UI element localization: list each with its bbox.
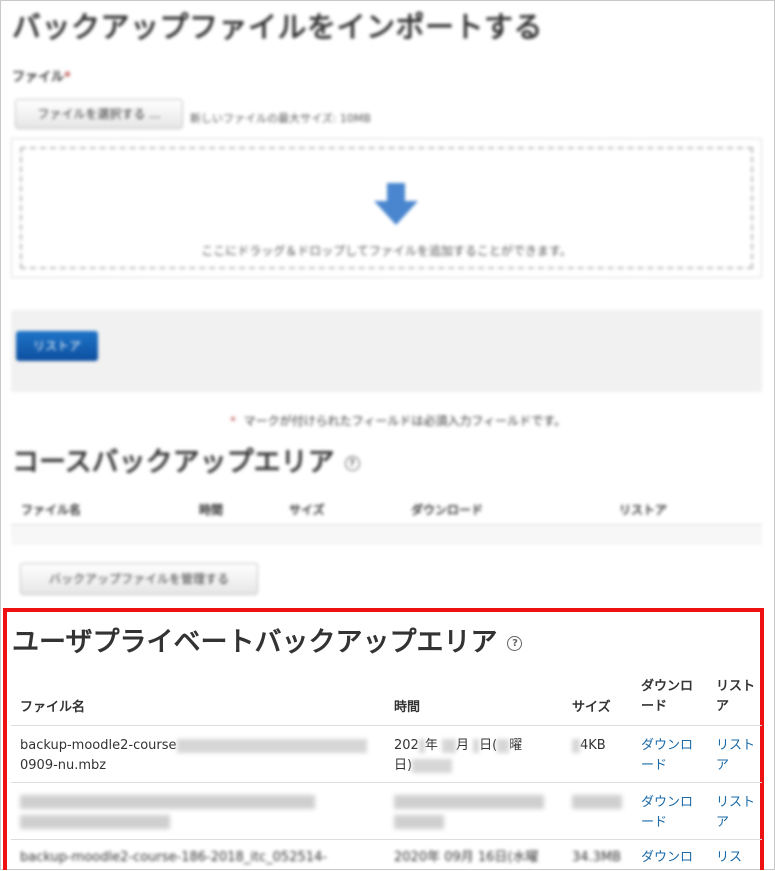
table-row: backup-moodle2-course-186-2018_itc_05251…	[11, 839, 762, 871]
row-filename: backup-moodle2-course 0909-nu.mbz	[20, 736, 367, 776]
header-restore-line1: リスト	[716, 679, 756, 694]
restore-link-line1: リスト	[716, 795, 756, 810]
manage-backup-files-button[interactable]: バックアップファイルを管理する	[20, 563, 258, 595]
download-link[interactable]: ダウンロ	[641, 848, 693, 868]
download-link[interactable]: ダウンロ ード	[641, 793, 693, 833]
filename-line2: 0909-nu.mbz	[20, 758, 107, 773]
required-note-asterisk: *	[230, 414, 236, 428]
restore-button[interactable]: リストア	[16, 331, 98, 361]
header-time: 時間	[394, 700, 421, 715]
col-size: サイズ	[289, 503, 325, 517]
download-link[interactable]: ダウンロ ード	[641, 736, 693, 776]
restore-link-line1: リスト	[716, 738, 756, 753]
download-link-line2: ード	[641, 815, 668, 830]
header-restore: リスト ア	[716, 677, 755, 717]
time-year: 202	[394, 738, 419, 753]
time-weekday-label: 曜	[509, 738, 523, 753]
header-download: ダウンロ ード	[641, 677, 693, 717]
redaction	[20, 795, 315, 809]
dropzone-border: ここにドラッグ＆ドロップしてファイルを追加することができます。	[20, 147, 753, 269]
help-icon[interactable]: ?	[344, 456, 360, 471]
redaction	[418, 738, 425, 753]
redaction	[176, 738, 367, 753]
filename-line1: backup-moodle2-course	[20, 738, 177, 753]
table-row: ダウンロ ード リスト ア	[11, 782, 762, 839]
row-filename: backup-moodle2-course-186-2018_itc_05251…	[20, 850, 327, 865]
col-time: 時間	[199, 503, 224, 517]
page-title: バックアップファイルをインポートする	[12, 10, 544, 44]
user-backup-area-title-text: ユーザプライベートバックアップエリア	[12, 627, 498, 658]
required-note-text: マークが付けられたフィールドは必須入力フィールドです。	[243, 414, 566, 428]
required-note: * マークが付けられたフィールドは必須入力フィールドです。	[230, 412, 566, 429]
download-arrow-icon	[374, 183, 418, 225]
file-label-text: ファイル	[12, 70, 65, 85]
row-size: 34.3MB	[572, 850, 622, 865]
size-value: 4KB	[580, 738, 606, 753]
restore-link-line2: ア	[716, 758, 730, 773]
course-table-header: ファイル名 時間 サイズ ダウンロード リストア	[11, 492, 762, 525]
file-dropzone[interactable]: ここにドラッグ＆ドロップしてファイルを追加することができます。	[11, 138, 762, 278]
row-time: 202 年 月 日( 曜 日)	[394, 736, 522, 776]
restore-link[interactable]: リス	[716, 848, 742, 868]
course-backup-area-title: コースバックアップエリア?	[12, 440, 360, 479]
header-size: サイズ	[572, 700, 611, 715]
header-download-line1: ダウンロ	[641, 679, 694, 694]
redaction	[20, 815, 170, 829]
course-table-empty-row	[11, 525, 762, 545]
dropzone-text: ここにドラッグ＆ドロップしてファイルを追加することができます。	[201, 244, 572, 258]
time-day-label: 日(	[479, 738, 498, 753]
redaction	[441, 738, 456, 753]
max-file-size: 新しいファイルの最大サイズ: 10MB	[190, 112, 371, 125]
download-link-line1: ダウンロ	[641, 795, 694, 810]
restore-link-line2: ア	[716, 815, 730, 830]
header-filename: ファイル名	[20, 700, 86, 715]
col-restore: リストア	[619, 503, 668, 517]
time-month-label: 月	[455, 738, 469, 753]
redaction	[572, 738, 580, 753]
help-icon[interactable]: ?	[507, 636, 523, 651]
user-backup-area-title: ユーザプライベートバックアップエリア?	[12, 620, 523, 659]
table-row: backup-moodle2-course 0909-nu.mbz 202 年 月…	[11, 725, 762, 782]
redaction	[497, 738, 510, 753]
course-backup-area-title-text: コースバックアップエリア	[12, 447, 335, 478]
time-line2: 日)	[394, 758, 413, 773]
file-label: ファイル*	[12, 66, 71, 85]
choose-file-button[interactable]: ファイルを選択する ...	[15, 99, 183, 129]
restore-panel: リストア	[11, 310, 762, 392]
row-time: 2020年 09月 16日(水曜	[394, 850, 539, 865]
required-asterisk: *	[64, 70, 71, 85]
redaction	[412, 758, 453, 773]
restore-link[interactable]: リスト ア	[716, 736, 755, 776]
redaction	[572, 795, 622, 809]
download-link-line2: ード	[641, 758, 668, 773]
download-link-line1: ダウンロ	[641, 738, 694, 753]
col-download: ダウンロード	[411, 503, 484, 517]
redaction	[394, 815, 444, 829]
restore-link[interactable]: リスト ア	[716, 793, 755, 833]
redaction	[473, 738, 480, 753]
redaction	[394, 795, 544, 809]
time-year-label: 年	[424, 738, 438, 753]
row-size: 4KB	[572, 736, 606, 756]
header-download-line2: ード	[641, 699, 668, 714]
col-filename: ファイル名	[21, 503, 82, 517]
header-restore-line2: ア	[716, 699, 730, 714]
